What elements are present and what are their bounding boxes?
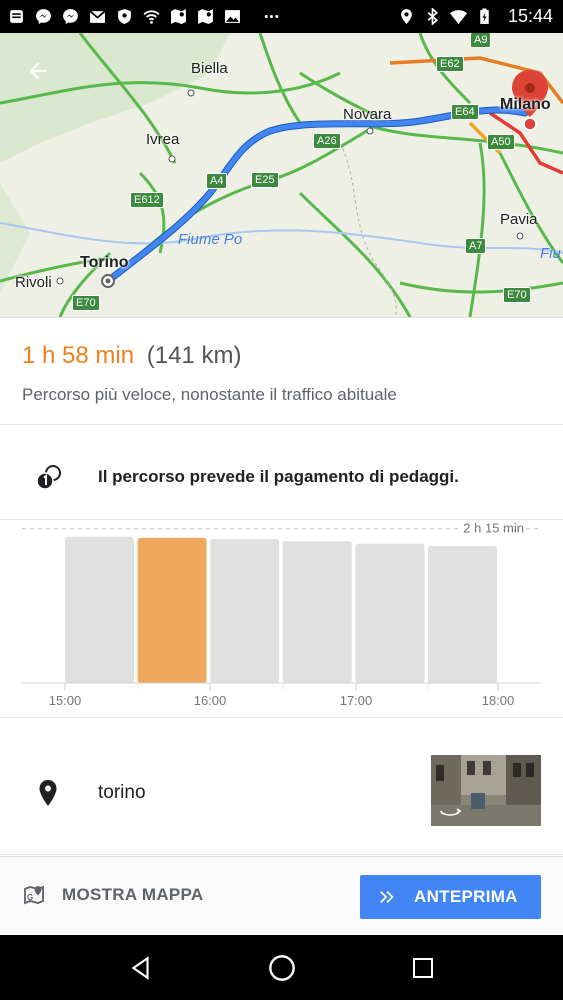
route-distance: (141 km)	[146, 342, 242, 369]
arrow-back-icon	[29, 62, 47, 80]
road-shield-e70: E70	[503, 287, 531, 303]
destination-row[interactable]: torino	[0, 719, 563, 855]
road-shield-e64: E64	[451, 104, 479, 120]
nav-home-button[interactable]	[262, 948, 302, 988]
road-shield-e612: E612	[130, 192, 164, 208]
map-label-river-2: Fiu	[540, 245, 561, 262]
chart-tick-label: 18:00	[482, 693, 515, 708]
triangle-back-icon	[131, 955, 149, 980]
battery-charging-icon	[476, 8, 493, 25]
chart-bar[interactable]	[65, 536, 134, 683]
chart-tick-label: 16:00	[194, 693, 227, 708]
wifi-icon	[143, 8, 160, 25]
chart-reference-label: 2 h 15 min	[463, 521, 524, 536]
chart-bar[interactable]	[210, 539, 280, 683]
image-icon	[224, 8, 241, 25]
location-icon	[398, 8, 415, 25]
route-duration: 1 h 58 min	[22, 342, 135, 369]
chart-bar[interactable]	[355, 543, 425, 683]
bluetooth-icon	[424, 8, 441, 25]
nav-recents-button[interactable]	[403, 948, 443, 988]
toll-notice: Il percorso prevede il pagamento di peda…	[0, 426, 563, 520]
nav-back-button[interactable]	[121, 948, 161, 988]
road-shield-a4: A4	[206, 173, 228, 189]
route-description: Percorso più veloce, nonostante il traff…	[22, 385, 397, 404]
map-label-rivoli: Rivoli	[15, 274, 52, 291]
sim-icon	[8, 8, 25, 25]
road-shield-a50: A50	[487, 134, 515, 150]
maps-icon: G	[24, 885, 44, 905]
map-label-torino: Torino	[80, 254, 129, 271]
destination-name: torino	[98, 782, 146, 803]
chart-canvas: 2 h 15 min 15:00 16:00 17:00 18:00	[22, 521, 541, 708]
maps-icon	[170, 8, 187, 25]
circle-home-icon	[268, 954, 295, 981]
gmail-icon	[89, 8, 106, 25]
road-shield-e70: E70	[72, 295, 100, 311]
show-map-label: MOSTRA MAPPA	[62, 885, 204, 904]
chart-tick-label: 15:00	[49, 693, 82, 708]
road-shield-e25: E25	[251, 172, 279, 188]
system-nav-bar	[0, 935, 563, 1000]
road-shield-a7: A7	[465, 238, 487, 254]
route-summary: 1 h 58 min (141 km) Percorso più veloce,…	[0, 317, 563, 425]
toll-icon	[36, 465, 61, 490]
map-label-novara: Novara	[343, 106, 392, 123]
preview-button[interactable]: ANTEPRIMA	[360, 875, 541, 919]
messenger-icon	[35, 8, 52, 25]
toll-text: Il percorso prevede il pagamento di peda…	[98, 467, 459, 486]
map-label-pavia: Pavia	[500, 211, 538, 228]
route-map[interactable]: Biella Novara Milano Ivrea Torino Rivoli…	[0, 33, 563, 317]
wifi-signal-icon	[449, 8, 467, 25]
map-canvas	[0, 33, 563, 317]
road-shield-a9: A9	[470, 33, 492, 48]
show-map-button[interactable]: G MOSTRA MAPPA	[22, 883, 203, 907]
chart-tick-label: 17:00	[340, 693, 373, 708]
chart-bar[interactable]	[428, 545, 497, 683]
departure-time-chart[interactable]: 2 h 15 min 15:00 16:00 17:00 18:00	[0, 521, 563, 718]
chart-bar[interactable]	[282, 541, 352, 683]
back-button[interactable]	[22, 55, 54, 87]
status-bar: 15:44	[0, 0, 563, 33]
maps-icon	[197, 8, 214, 25]
street-view-thumbnail[interactable]	[431, 755, 541, 826]
preview-label: ANTEPRIMA	[414, 887, 518, 906]
road-shield-e62: E62	[436, 56, 464, 72]
chart-bar-selected[interactable]	[137, 537, 207, 683]
street-view-image	[431, 755, 541, 826]
map-label-river: Fiume Po	[178, 231, 243, 248]
svg-text:G: G	[27, 893, 33, 902]
more-icon	[263, 8, 280, 25]
map-label-ivrea: Ivrea	[146, 131, 180, 148]
road-shield-a26: A26	[313, 133, 341, 149]
bottom-actions: G MOSTRA MAPPA ANTEPRIMA	[0, 856, 563, 935]
eta-line: 1 h 58 min (141 km)	[22, 342, 241, 370]
status-time: 15:44	[507, 6, 553, 26]
square-recents-icon	[412, 957, 433, 978]
place-pin-icon	[39, 780, 57, 806]
map-label-biella: Biella	[191, 60, 228, 77]
double-chevron-right-icon	[380, 890, 394, 904]
map-label-milano: Milano	[500, 96, 551, 113]
shield-icon	[116, 8, 133, 25]
messenger-icon	[62, 8, 79, 25]
